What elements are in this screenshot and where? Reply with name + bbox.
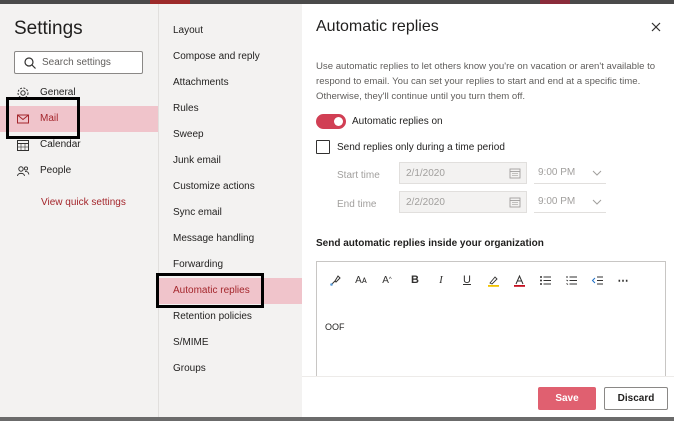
nav-rules[interactable]: Rules xyxy=(159,96,303,122)
search-settings-input[interactable]: Search settings xyxy=(14,51,143,74)
nav-retention-policies[interactable]: Retention policies xyxy=(159,304,303,330)
nav-compose-and-reply[interactable]: Compose and reply xyxy=(159,44,303,70)
search-icon xyxy=(24,57,36,69)
category-general[interactable]: General xyxy=(0,80,158,106)
category-label: Calendar xyxy=(40,139,81,150)
nav-groups[interactable]: Groups xyxy=(159,356,303,382)
nav-sync-email[interactable]: Sync email xyxy=(159,200,303,226)
category-label: Mail xyxy=(40,113,59,124)
category-calendar[interactable]: Calendar xyxy=(0,132,158,158)
numbering-icon[interactable] xyxy=(563,272,579,288)
nav-label: Retention policies xyxy=(173,311,252,322)
start-date-picker[interactable]: 2/1/2020 xyxy=(399,162,527,184)
start-time-dropdown[interactable]: 9:00 PM xyxy=(534,162,606,184)
automatic-replies-panel: Automatic replies Use automatic replies … xyxy=(302,4,674,417)
end-time-value: 9:00 PM xyxy=(538,196,576,207)
toggle-label: Automatic replies on xyxy=(352,116,443,127)
nav-junk-email[interactable]: Junk email xyxy=(159,148,303,174)
time-period-checkbox[interactable] xyxy=(316,140,330,154)
end-time-dropdown[interactable]: 9:00 PM xyxy=(534,191,606,213)
nav-label: Compose and reply xyxy=(173,51,260,62)
nav-label: Groups xyxy=(173,363,206,374)
end-date-picker[interactable]: 2/2/2020 xyxy=(399,191,527,213)
calendar-icon xyxy=(509,168,521,179)
panel-description: Use automatic replies to let others know… xyxy=(316,61,656,102)
category-label: People xyxy=(40,165,72,176)
nav-label: Automatic replies xyxy=(173,285,250,296)
bold-icon[interactable]: B xyxy=(407,272,423,288)
checkbox-label: Send replies only during a time period xyxy=(337,142,505,153)
nav-label: Forwarding xyxy=(173,259,224,270)
settings-title: Settings xyxy=(14,18,83,39)
category-mail[interactable]: Mail xyxy=(0,106,158,132)
nav-automatic-replies[interactable]: Automatic replies xyxy=(159,278,303,304)
decrease-indent-icon[interactable] xyxy=(589,272,605,288)
nav-smime[interactable]: S/MIME xyxy=(159,330,303,356)
close-icon[interactable] xyxy=(650,21,662,33)
search-placeholder: Search settings xyxy=(42,57,111,68)
nav-label: Sweep xyxy=(173,129,204,140)
nav-attachments[interactable]: Attachments xyxy=(159,70,303,96)
mail-settings-nav: Layout Compose and reply Attachments Rul… xyxy=(158,4,303,417)
category-people[interactable]: People xyxy=(0,158,158,184)
nav-forwarding[interactable]: Forwarding xyxy=(159,252,303,278)
nav-customize-actions[interactable]: Customize actions xyxy=(159,174,303,200)
category-label: General xyxy=(40,87,76,98)
save-button[interactable]: Save xyxy=(538,387,596,410)
panel-title: Automatic replies xyxy=(316,18,439,35)
automatic-replies-toggle[interactable] xyxy=(316,114,346,129)
nav-message-handling[interactable]: Message handling xyxy=(159,226,303,252)
highlight-icon[interactable] xyxy=(485,272,501,288)
more-options-icon[interactable]: ⋯ xyxy=(615,272,631,288)
nav-label: S/MIME xyxy=(173,337,209,348)
underline-icon[interactable]: U xyxy=(459,272,475,288)
mail-icon xyxy=(17,114,29,124)
nav-label: Rules xyxy=(173,103,199,114)
bullets-icon[interactable] xyxy=(537,272,553,288)
font-color-icon[interactable] xyxy=(511,272,527,288)
format-painter-icon[interactable] xyxy=(327,272,343,288)
panel-footer: Save Discard xyxy=(302,376,674,417)
message-body: OOF xyxy=(325,322,345,332)
nav-label: Attachments xyxy=(173,77,229,88)
nav-layout[interactable]: Layout xyxy=(159,18,303,44)
calendar-icon xyxy=(17,140,29,151)
gear-icon xyxy=(17,87,29,99)
chevron-down-icon xyxy=(592,170,602,176)
font-size-icon[interactable]: Aᴀ xyxy=(353,272,369,288)
settings-sidebar: Settings Search settings General Mail Ca… xyxy=(0,4,158,417)
nav-label: Message handling xyxy=(173,233,255,244)
calendar-icon xyxy=(509,197,521,208)
start-time-value: 9:00 PM xyxy=(538,167,576,178)
nav-label: Layout xyxy=(173,25,204,36)
nav-label: Customize actions xyxy=(173,181,255,192)
view-quick-settings-link[interactable]: View quick settings xyxy=(41,197,126,208)
inside-org-section-title: Send automatic replies inside your organ… xyxy=(316,238,544,249)
people-icon xyxy=(17,166,30,177)
nav-label: Sync email xyxy=(173,207,222,218)
start-date-value: 2/1/2020 xyxy=(406,168,445,179)
end-time-label: End time xyxy=(337,199,377,210)
end-date-value: 2/2/2020 xyxy=(406,197,445,208)
font-size-increase-icon[interactable]: A ^ xyxy=(379,272,395,288)
nav-label: Junk email xyxy=(173,155,221,166)
start-time-label: Start time xyxy=(337,170,380,181)
bottom-strip xyxy=(0,417,674,421)
chevron-down-icon xyxy=(592,199,602,205)
nav-sweep[interactable]: Sweep xyxy=(159,122,303,148)
message-editor[interactable]: Aᴀ A ^ B I U ⋯ OOF xyxy=(316,261,666,391)
italic-icon[interactable]: I xyxy=(433,272,449,288)
discard-button[interactable]: Discard xyxy=(604,387,668,410)
